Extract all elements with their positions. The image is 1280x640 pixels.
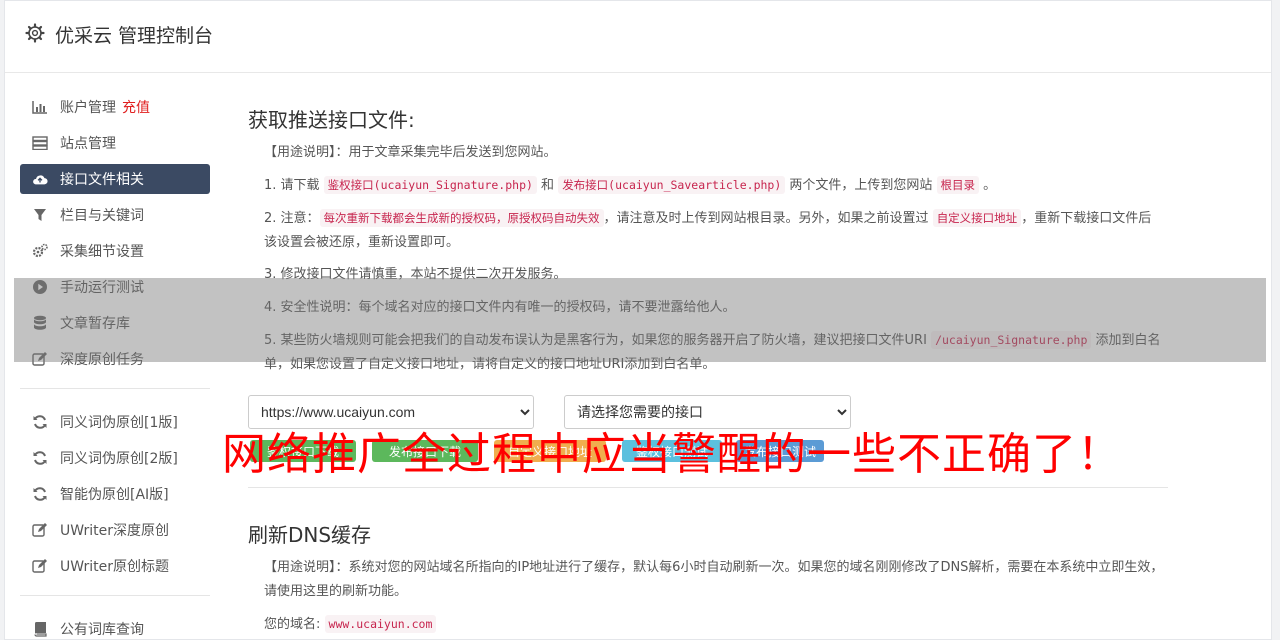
section-title-interface: 获取推送接口文件: (248, 108, 415, 132)
usage-note: 【用途说明】：用于文章采集完毕后发送到您网站。 (264, 145, 557, 160)
sidebar-item-synonym-v1[interactable]: 同义词伪原创[1版] (20, 407, 210, 437)
instruction-text: 两个文件，上传到您网站 (785, 178, 937, 193)
domain-label: 您的域名: (264, 617, 321, 632)
sidebar-item-public-lexicon[interactable]: 公有词库查询 (20, 614, 210, 640)
auth-code-warning: 每次重新下载都会生成新的授权码，原授权码自动失效 (319, 209, 604, 227)
instruction-text: ，请注意及时上传到网站根目录。另外，如果之前设置过 (603, 211, 933, 226)
root-dir-code: 根目录 (936, 176, 980, 194)
bar-chart-icon (32, 99, 48, 115)
sidebar-item-label: 账户管理 (60, 100, 116, 116)
instruction-text: 。 (979, 178, 997, 193)
sidebar: 账户管理 充值 站点管理 接口文件相关 栏目与关键词 采集细节设置 手动运行测试… (20, 92, 210, 640)
sidebar-item-label: 同义词伪原创[2版] (60, 451, 178, 467)
top-bar: 优采云 管理控制台 (5, 1, 1271, 73)
edit-icon (32, 558, 48, 574)
filter-icon (32, 207, 48, 223)
sidebar-item-uwriter-title[interactable]: UWriter原创标题 (20, 551, 210, 581)
gear-icon (25, 23, 45, 43)
sidebar-divider (20, 388, 210, 389)
sidebar-item-label: 同义词伪原创[1版] (60, 415, 178, 431)
sidebar-item-sites[interactable]: 站点管理 (20, 128, 210, 158)
gray-overlay-band (14, 278, 1266, 362)
sidebar-item-label: 接口文件相关 (60, 172, 144, 188)
domain-value: www.ucaiyun.com (324, 615, 437, 633)
dns-usage-note: 【用途说明】：系统对您的网站域名所指向的IP地址进行了缓存，默认每6小时自动刷新… (264, 560, 1164, 599)
domain-row: 您的域名: www.ucaiyun.com (264, 612, 1164, 637)
sidebar-item-ai-original[interactable]: 智能伪原创[AI版] (20, 479, 210, 509)
savearticle-file-code: 发布接口(ucaiyun_Savearticle.php) (558, 176, 786, 194)
headline-banner: 网络推广全过程中应当警醒的一些不正确了！ (222, 429, 1122, 480)
refresh-icon (32, 450, 48, 466)
cloud-upload-icon (32, 171, 48, 187)
refresh-icon (32, 414, 48, 430)
sidebar-item-account[interactable]: 账户管理 充值 (20, 92, 210, 122)
sidebar-item-label: 公有词库查询 (60, 622, 144, 638)
sidebar-item-uwriter-deep[interactable]: UWriter深度原创 (20, 515, 210, 545)
sidebar-item-collect-settings[interactable]: 采集细节设置 (20, 236, 210, 266)
section-divider (248, 487, 1168, 488)
custom-url-code: 自定义接口地址 (932, 209, 1022, 227)
instruction-text: 和 (536, 178, 559, 193)
instruction-text: 2. 注意： (264, 211, 320, 226)
sidebar-item-label: 采集细节设置 (60, 244, 144, 260)
sidebar-divider (20, 595, 210, 596)
instruction-1: 1. 请下载 鉴权接口(ucaiyun_Signature.php) 和 发布接… (264, 173, 1164, 198)
refresh-icon (32, 486, 48, 502)
instruction-text: 1. 请下载 (264, 178, 324, 193)
sidebar-item-label: 站点管理 (60, 136, 116, 152)
sidebar-item-label: 栏目与关键词 (60, 208, 144, 224)
sidebar-item-interface-files[interactable]: 接口文件相关 (20, 164, 210, 194)
book-icon (32, 621, 48, 637)
signature-file-code: 鉴权接口(ucaiyun_Signature.php) (323, 176, 537, 194)
server-icon (32, 135, 48, 151)
recharge-link[interactable]: 充值 (122, 97, 150, 117)
sidebar-item-label: UWriter深度原创 (60, 523, 169, 539)
instruction-2: 2. 注意： 每次重新下载都会生成新的授权码，原授权码自动失效 ，请注意及时上传到网… (264, 206, 1164, 255)
sidebar-item-label: UWriter原创标题 (60, 559, 169, 575)
section-title-dns: 刷新DNS缓存 (248, 523, 372, 547)
sidebar-item-label: 智能伪原创[AI版] (60, 487, 169, 503)
sidebar-item-synonym-v2[interactable]: 同义词伪原创[2版] (20, 443, 210, 473)
page-title: 优采云 管理控制台 (55, 25, 214, 47)
sidebar-item-columns-keywords[interactable]: 栏目与关键词 (20, 200, 210, 230)
cogs-icon (32, 243, 48, 259)
edit-icon (32, 522, 48, 538)
